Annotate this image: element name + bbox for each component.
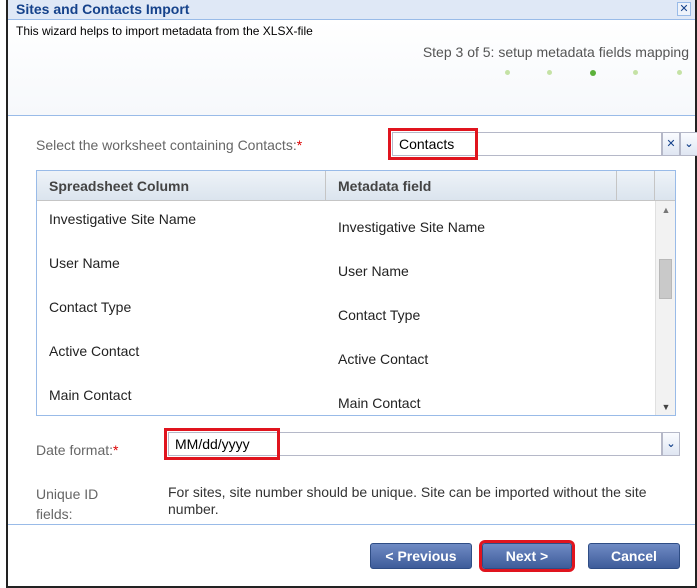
dialog-title: Sites and Contacts Import [16,1,190,17]
grid-scrollbar[interactable]: ▲ ▼ [655,201,675,415]
step-dot-5 [677,70,682,75]
scroll-thumb[interactable] [659,259,672,299]
row-metadata-field[interactable]: Main Contact [338,395,420,411]
row-spreadsheet-column: Active Contact [49,343,140,359]
grid-body: Investigative Site Name Investigative Si… [37,201,675,415]
next-button[interactable]: Next > [482,543,572,569]
import-dialog: Sites and Contacts Import ✕ This wizard … [6,0,697,588]
row-metadata-field[interactable]: User Name [338,263,409,279]
scroll-down-icon[interactable]: ▼ [656,400,675,414]
table-row[interactable]: Active Contact Active Contact [37,333,657,377]
unique-id-label: Unique ID fields: [36,486,99,522]
step-dot-2 [547,70,552,75]
row-spreadsheet-column: Main Contact [49,387,132,403]
row-metadata-field[interactable]: Investigative Site Name [338,219,485,235]
required-mark: * [113,442,119,458]
step-dots [505,70,685,78]
worksheet-select[interactable]: Contacts [388,128,662,160]
worksheet-value: Contacts [399,136,455,152]
step-indicator: Step 3 of 5: setup metadata fields mappi… [422,44,689,60]
title-bar: Sites and Contacts Import ✕ [8,0,695,20]
scroll-up-icon[interactable]: ▲ [656,203,675,217]
dialog-footer: < Previous Next > Cancel [8,524,695,586]
table-row[interactable]: User Name User Name [37,245,657,289]
date-format-value: MM/dd/yyyy [175,436,250,452]
row-metadata-field[interactable]: Active Contact [338,351,428,367]
step-dot-3 [590,70,596,76]
cancel-button[interactable]: Cancel [588,543,680,569]
close-icon[interactable]: ✕ [677,2,691,16]
clear-icon[interactable]: ✕ [662,132,680,156]
wizard-intro: This wizard helps to import metadata fro… [16,24,313,38]
row-spreadsheet-column: Contact Type [49,299,132,315]
table-row[interactable]: Investigative Site Name Investigative Si… [37,201,657,245]
worksheet-row: Select the worksheet containing Contacts… [8,128,697,160]
date-format-select[interactable]: MM/dd/yyyy [164,428,662,460]
table-row[interactable]: Contact Type Contact Type [37,289,657,333]
required-mark: * [296,137,303,153]
date-format-label-text: Date format: [36,442,114,458]
column-header-filler [617,171,655,201]
step-dot-4 [633,70,638,75]
step-dot-1 [505,70,510,75]
row-metadata-field[interactable]: Contact Type [338,307,420,323]
mapping-grid: Spreadsheet Column Metadata field Invest… [36,170,676,416]
row-spreadsheet-column: User Name [49,255,120,271]
wizard-header: This wizard helps to import metadata fro… [8,20,695,116]
column-header-metadata[interactable]: Metadata field [326,171,617,201]
worksheet-label-text: Select the worksheet containing Contacts… [36,137,297,153]
unique-id-description: For sites, site number should be unique.… [168,484,647,517]
column-header-spreadsheet[interactable]: Spreadsheet Column [37,171,326,201]
previous-button[interactable]: < Previous [370,543,472,569]
chevron-down-icon[interactable]: ⌄ [680,132,697,156]
chevron-down-icon[interactable]: ⌄ [662,432,680,456]
date-format-label: Date format:* [36,442,118,458]
grid-header: Spreadsheet Column Metadata field [37,171,675,201]
worksheet-label: Select the worksheet containing Contacts… [36,137,302,153]
row-spreadsheet-column: Investigative Site Name [49,211,197,227]
table-row[interactable]: Main Contact Main Contact [37,377,657,415]
